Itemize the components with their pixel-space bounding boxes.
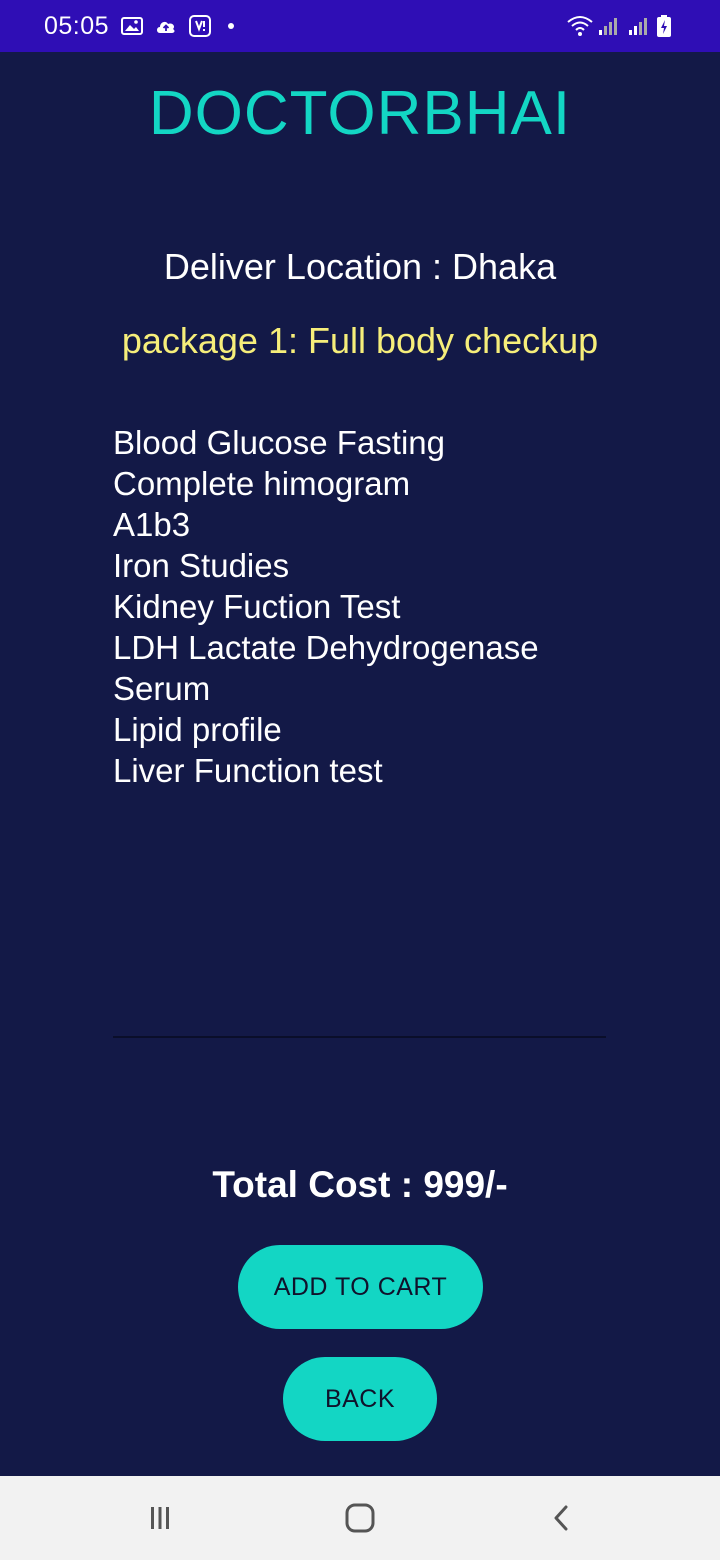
back-icon[interactable]: [542, 1498, 582, 1538]
navigation-bar: [0, 1476, 720, 1560]
total-cost: Total Cost : 999/-: [212, 1164, 508, 1205]
list-item: Serum: [113, 670, 211, 707]
deliver-location: Deliver Location : Dhaka: [163, 246, 557, 287]
signal-icon: [626, 14, 650, 38]
status-time: 05:05: [44, 12, 110, 40]
list-item: Iron Studies: [113, 547, 290, 584]
cloud-upload-icon: [154, 14, 178, 38]
divider: [113, 1036, 606, 1038]
battery-charging-icon: [656, 14, 680, 38]
package-title: package 1: Full body checkup: [121, 320, 599, 361]
home-icon[interactable]: [340, 1498, 380, 1538]
list-item: Kidney Fuction Test: [113, 588, 401, 625]
wifi-icon: [566, 14, 593, 38]
list-item: LDH Lactate Dehydrogenase: [113, 629, 539, 666]
screen: 05:05 DOCTORBHAI Deliver Location: Dhak…: [0, 0, 720, 1560]
back-button[interactable]: BACK: [283, 1357, 437, 1441]
list-item: Blood Glucose Fasting: [113, 424, 446, 461]
app-title: DOCTORBHAI: [148, 79, 572, 148]
status-left-icons: [120, 14, 234, 38]
list-item: Complete himogram: [113, 465, 411, 502]
status-right-icons: [566, 14, 680, 38]
add-to-cart-button[interactable]: ADD TO CART: [238, 1245, 483, 1329]
status-bar: 05:05: [0, 0, 720, 52]
recent-apps-icon[interactable]: [140, 1498, 180, 1538]
dot-icon: [228, 23, 234, 29]
test-list: Blood Glucose Fasting Complete himogram …: [113, 422, 633, 791]
list-item: Lipid profile: [113, 711, 282, 748]
image-icon: [120, 14, 144, 38]
list-item: Liver Function test: [113, 752, 383, 789]
signal-icon: [596, 14, 620, 38]
app-notification-icon: [188, 14, 212, 38]
list-item: A1b3: [113, 506, 191, 543]
